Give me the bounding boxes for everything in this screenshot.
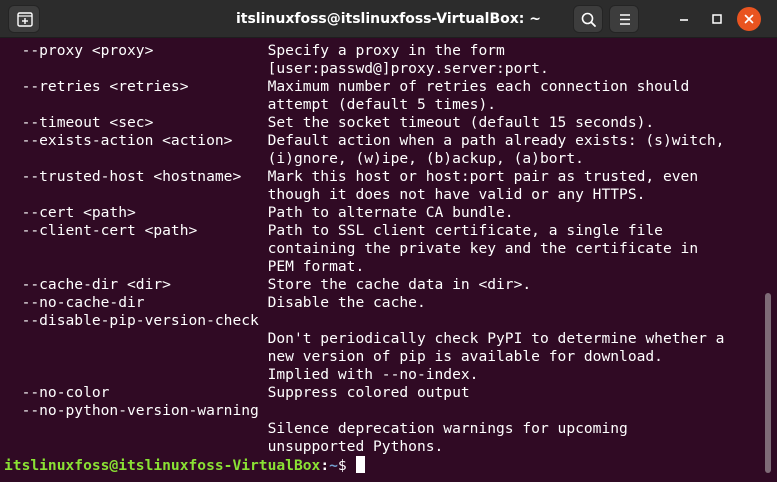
output-line: new version of pip is available for down…	[4, 348, 663, 365]
output-line: though it does not have valid or any HTT…	[4, 186, 646, 203]
output-line: --exists-action <action> Default action …	[4, 132, 725, 149]
terminal-output[interactable]: --proxy <proxy> Specify a proxy in the f…	[0, 38, 760, 482]
output-line: --no-color Suppress colored output	[4, 384, 470, 401]
prompt-path: ~	[329, 457, 338, 474]
vertical-scrollbar[interactable]	[760, 38, 777, 482]
output-line: --no-python-version-warning	[4, 402, 259, 419]
output-line: (i)gnore, (w)ipe, (b)ackup, (a)bort.	[4, 150, 584, 167]
terminal-window: itslinuxfoss@itslinuxfoss-VirtualBox: ~	[0, 0, 777, 482]
output-line: unsupported Pythons.	[4, 438, 444, 455]
menu-button[interactable]	[609, 5, 639, 33]
window-title: itslinuxfoss@itslinuxfoss-VirtualBox: ~	[235, 11, 542, 27]
close-button[interactable]	[737, 7, 761, 31]
output-line: PEM format.	[4, 258, 365, 275]
close-icon	[744, 14, 754, 24]
search-button[interactable]	[573, 5, 603, 33]
maximize-icon	[712, 14, 722, 24]
prompt-separator: :	[320, 457, 330, 474]
output-line: [user:passwd@]proxy.server:port.	[4, 60, 549, 77]
output-line: --client-cert <path> Path to SSL client …	[4, 222, 663, 239]
text-cursor	[355, 456, 365, 473]
output-line: --timeout <sec> Set the socket timeout (…	[4, 114, 655, 131]
minimize-button[interactable]	[672, 7, 696, 31]
output-line: --disable-pip-version-check	[4, 312, 259, 329]
search-icon	[581, 12, 596, 27]
output-line: --trusted-host <hostname> Mark this host…	[4, 168, 699, 185]
title-bar: itslinuxfoss@itslinuxfoss-VirtualBox: ~	[0, 0, 777, 38]
output-line: containing the private key and the certi…	[4, 240, 699, 257]
scrollbar-thumb[interactable]	[765, 293, 771, 473]
output-line: Silence deprecation warnings for upcomin…	[4, 420, 628, 437]
output-line: Implied with --no-index.	[4, 366, 479, 383]
output-line: --no-cache-dir Disable the cache.	[4, 294, 426, 311]
output-line: Don't periodically check PyPI to determi…	[4, 330, 725, 347]
command-prompt[interactable]: itslinuxfoss@itslinuxfoss-VirtualBox:~$	[4, 456, 365, 474]
minimize-icon	[680, 19, 688, 21]
output-line: --retries <retries> Maximum number of re…	[4, 78, 690, 95]
output-line: --proxy <proxy> Specify a proxy in the f…	[4, 42, 505, 59]
maximize-button[interactable]	[705, 7, 729, 31]
prompt-user-host: itslinuxfoss@itslinuxfoss-VirtualBox	[4, 457, 321, 474]
hamburger-menu-icon	[620, 14, 630, 25]
prompt-symbol: $	[337, 457, 347, 474]
output-line: --cert <path> Path to alternate CA bundl…	[4, 204, 514, 221]
output-line: --cache-dir <dir> Store the cache data i…	[4, 276, 532, 293]
output-line: attempt (default 5 times).	[4, 96, 497, 113]
